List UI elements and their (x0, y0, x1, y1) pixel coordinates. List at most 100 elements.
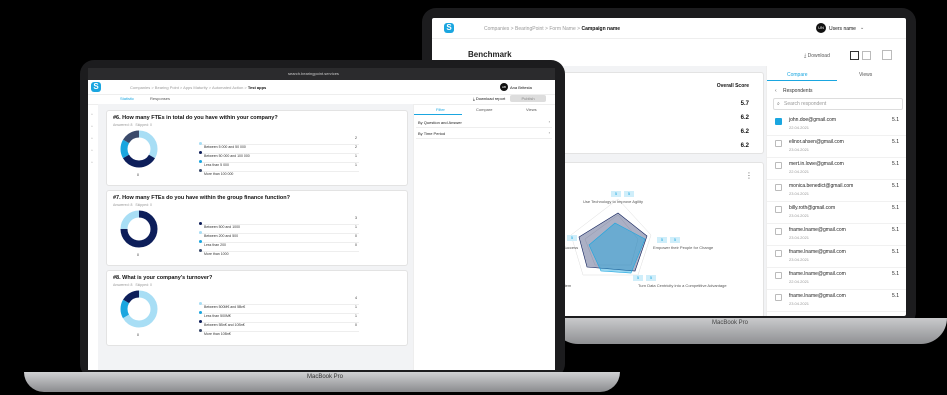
respondent-score: 5.1 (892, 161, 899, 167)
respondent-checkbox[interactable] (775, 162, 782, 169)
chevron-down-icon[interactable]: ⌄ (860, 25, 864, 31)
filter-by-time[interactable]: By Time Period › (416, 129, 552, 139)
respondent-row[interactable]: monica.benedict@gmail.com 23.04.2021 5.1 (767, 180, 906, 202)
browser-toolbar: search.bearingpoint.services (88, 68, 555, 80)
tab-compare[interactable]: Compare (476, 107, 492, 112)
breadcrumb-item[interactable]: Form Name (549, 26, 575, 32)
user-name[interactable]: Users name (829, 26, 856, 32)
breadcrumb-item[interactable]: BearingPoint (515, 26, 544, 32)
respondent-email: fname.lname@gmail.com (789, 271, 846, 277)
respondent-row[interactable]: fname.lname@gmail.com 23.04.2021 5.1 (767, 290, 906, 312)
download-icon: ⤓ (804, 53, 807, 59)
breadcrumb: Companies > BearingPoint > Form Name > C… (484, 26, 621, 32)
icon-rail: ▫ ▫ ▫ ▫ ▫ (88, 104, 98, 370)
respondent-score: 5.1 (892, 139, 899, 145)
search-input[interactable]: ⌕ Search respondent (773, 98, 903, 110)
grid-view-icon[interactable] (850, 51, 859, 60)
respondent-email: mert.in.lowe@gmail.com (789, 161, 844, 167)
legend-label: More than 1000 (204, 252, 229, 256)
respondent-row[interactable]: mert.in.lowe@gmail.com 22.04.2021 5.1 (767, 158, 906, 180)
tab-views[interactable]: Views (859, 72, 872, 78)
legend-value: 3 (355, 216, 357, 220)
list-view-icon[interactable] (862, 51, 871, 60)
respondent-email: elinor.ahsen@gmail.com (789, 139, 844, 145)
breadcrumb-item[interactable]: Bearing Point (155, 85, 179, 90)
question-card: #6. How many FTEs in total do you have w… (106, 110, 408, 186)
respondent-checkbox[interactable] (775, 228, 782, 235)
tab-filter[interactable]: Filter (436, 107, 445, 112)
respondent-checkbox[interactable] (775, 206, 782, 213)
respondent-score: 5.1 (892, 293, 899, 299)
legend-value: 0 (355, 243, 357, 247)
radar-label: Success (563, 245, 579, 250)
questions-area: #6. How many FTEs in total do you have w… (98, 104, 413, 370)
skipped-label: Skipped: 0 (135, 123, 152, 127)
donut-total: 8 (137, 333, 139, 337)
respondent-checkbox[interactable] (775, 294, 782, 301)
tab-views[interactable]: Views (526, 107, 537, 112)
value-pill: 5 (646, 275, 656, 281)
skipped-label: Skipped: 0 (135, 283, 152, 287)
respondent-score: 5.1 (892, 117, 899, 123)
filter-by-question[interactable]: By Question and Answer › (416, 118, 552, 128)
donut-total: 8 (137, 173, 139, 177)
user-name[interactable]: Ana Britesta (510, 85, 532, 90)
respondent-row[interactable]: elinor.ahsen@gmail.com 23.04.2021 5.1 (767, 136, 906, 158)
download-report-button[interactable]: ⤓ Download report (473, 96, 505, 101)
question-list: #6. How many FTEs in total do you have w… (98, 104, 413, 370)
chevron-right-icon: › (548, 119, 550, 124)
breadcrumb-item[interactable]: Companies (484, 26, 509, 32)
forms-icon[interactable]: ▫ (91, 148, 93, 154)
legend-dot (199, 169, 202, 173)
avatar[interactable]: AB (500, 83, 508, 91)
respondent-date: 22.04.2021 (789, 169, 810, 174)
donut-chart (120, 210, 158, 248)
search-placeholder: Search respondent (784, 101, 827, 107)
legend-label: More than 100 000 (204, 172, 234, 176)
url-bar[interactable]: search.bearingpoint.services (288, 71, 339, 76)
download-button[interactable]: ⤓ Download (804, 53, 830, 59)
avatar[interactable]: UN (816, 23, 826, 33)
settings-icon[interactable]: ▫ (91, 160, 93, 166)
respondent-row[interactable]: fname.lname@gmail.com 23.04.2021 5.1 (767, 224, 906, 246)
respondent-checkbox[interactable] (775, 184, 782, 191)
front-laptop-screen: search.bearingpoint.services S Companies… (88, 68, 555, 370)
question-title: #8. What is your company's turnover? (113, 275, 213, 281)
value-pill: 5 (657, 237, 667, 243)
back-arrow-icon[interactable]: ‹ (775, 88, 777, 94)
users-icon[interactable]: ▫ (91, 136, 93, 142)
chart-icon[interactable]: ▫ (91, 124, 93, 130)
home-icon[interactable]: ▫ (91, 112, 93, 118)
tab-responses[interactable]: Responses (150, 96, 170, 101)
respondent-row[interactable]: fname.lname@gmail.com 23.04.2021 5.1 (767, 246, 906, 268)
tab-statistic[interactable]: Statistic (120, 96, 134, 101)
respondent-checkbox[interactable] (775, 250, 782, 257)
front-header: S Companies > Bearing Point > Apps Matur… (88, 80, 555, 95)
back-header: S Companies > BearingPoint > Form Name >… (432, 18, 906, 39)
value-pill: 5 (633, 275, 643, 281)
respondent-checkbox[interactable] (775, 272, 782, 279)
legend-value: 2 (355, 145, 357, 149)
breadcrumb-item[interactable]: Automated Action (212, 85, 243, 90)
respondent-email: billy.roth@gmail.com (789, 205, 836, 211)
legend-value: 0 (355, 323, 357, 327)
respondent-row[interactable]: john.doe@gmail.com 22.04.2021 5.1 (767, 114, 906, 136)
publish-button[interactable]: Publish (510, 95, 546, 102)
respondent-date: 22.04.2021 (789, 279, 810, 284)
respondent-score: 5.1 (892, 205, 899, 211)
skipped-label: Skipped: 0 (135, 203, 152, 207)
respondent-date: 23.04.2021 (789, 147, 810, 152)
tab-compare[interactable]: Compare (787, 72, 808, 78)
answered-label: Answered: 8 (113, 283, 133, 287)
legend-dot (199, 249, 202, 253)
legend: Between 500M€ and 5Bn€ 4 Less than 500M€… (199, 295, 369, 336)
breadcrumb-item[interactable]: Companies (130, 85, 150, 90)
panel-toggle-icon[interactable] (882, 50, 892, 60)
respondent-row[interactable]: billy.roth@gmail.com 23.04.2021 5.1 (767, 202, 906, 224)
respondent-row[interactable]: fname.lname@gmail.com 22.04.2021 5.1 (767, 268, 906, 290)
respondent-checkbox[interactable] (775, 118, 782, 125)
score-value: 5.7 (740, 101, 749, 107)
value-pill: 5 (567, 235, 577, 241)
breadcrumb-item[interactable]: Apps Maturity (183, 85, 207, 90)
respondent-checkbox[interactable] (775, 140, 782, 147)
